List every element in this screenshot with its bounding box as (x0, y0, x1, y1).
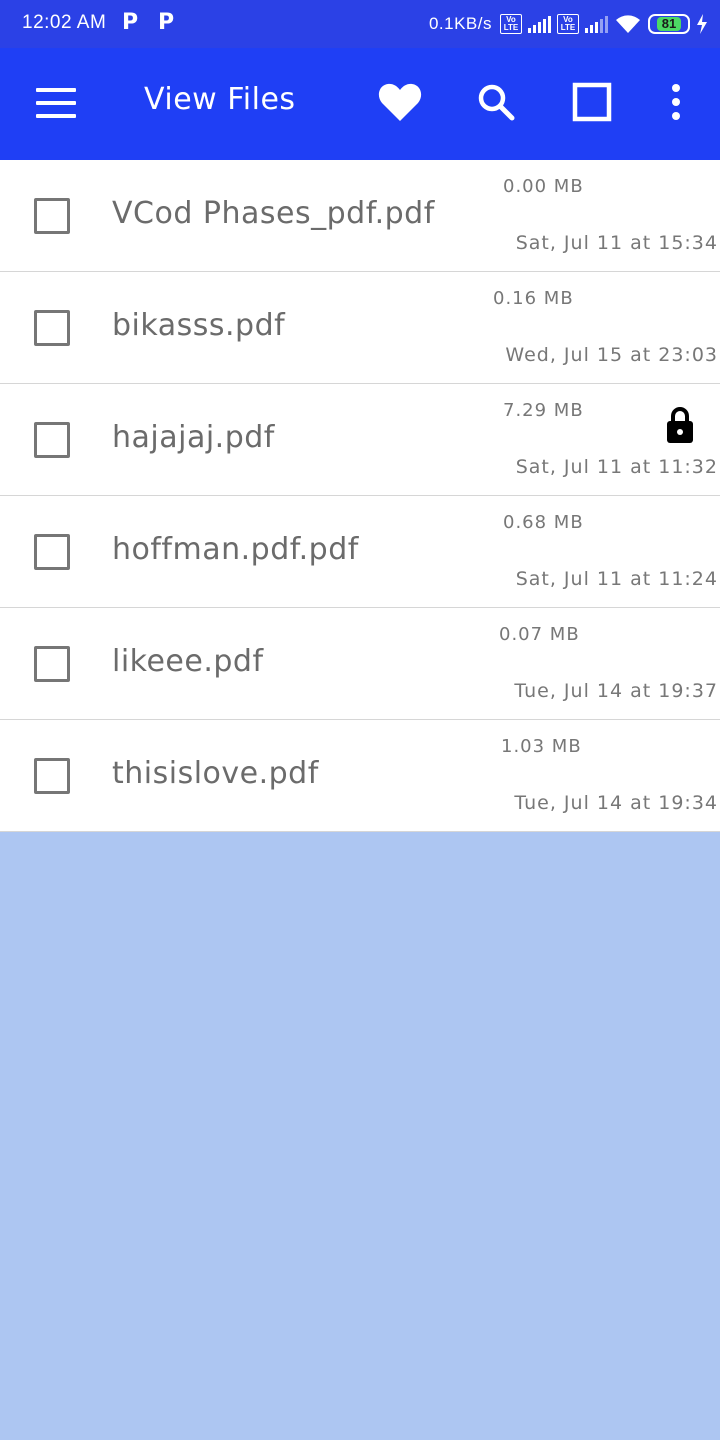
file-size: 0.00 MB (503, 176, 584, 197)
file-list: VCod Phases_pdf.pdf 0.00 MB Sat, Jul 11 … (0, 160, 720, 832)
file-checkbox[interactable] (34, 198, 70, 234)
battery-icon: 81 (648, 14, 690, 34)
file-name: thisislove.pdf (112, 756, 319, 791)
file-size: 1.03 MB (501, 736, 582, 757)
notification-p-icon: P (122, 10, 139, 35)
list-item[interactable]: hajajaj.pdf 7.29 MB Sat, Jul 11 at 11:32 (0, 384, 720, 496)
file-name: hoffman.pdf.pdf (112, 532, 359, 567)
list-item[interactable]: bikasss.pdf 0.16 MB Wed, Jul 15 at 23:03 (0, 272, 720, 384)
file-size: 0.07 MB (499, 624, 580, 645)
status-indicators: 0.1KB/s Vo LTE Vo LTE 81 (429, 10, 708, 38)
file-date: Tue, Jul 14 at 19:34 (514, 792, 718, 814)
signal-icon (528, 15, 551, 33)
file-date: Sat, Jul 11 at 11:24 (515, 568, 718, 590)
file-name: hajajaj.pdf (112, 420, 275, 455)
wifi-icon (616, 15, 640, 33)
file-checkbox[interactable] (34, 758, 70, 794)
file-size: 7.29 MB (503, 400, 584, 421)
menu-icon[interactable] (36, 88, 76, 118)
file-checkbox[interactable] (34, 534, 70, 570)
battery-level: 81 (656, 17, 682, 31)
file-checkbox[interactable] (34, 646, 70, 682)
heart-icon[interactable] (376, 78, 424, 126)
file-name: likeee.pdf (112, 644, 264, 679)
more-vert-icon[interactable] (652, 78, 700, 126)
file-date: Sat, Jul 11 at 15:34 (515, 232, 718, 254)
file-size: 0.16 MB (493, 288, 574, 309)
volte-badge: Vo LTE (500, 14, 522, 34)
volte-badge: Vo LTE (557, 14, 579, 34)
status-time: 12:02 AM (22, 12, 107, 33)
file-checkbox[interactable] (34, 310, 70, 346)
list-item[interactable]: likeee.pdf 0.07 MB Tue, Jul 14 at 19:37 (0, 608, 720, 720)
notification-p-icon: P (158, 10, 175, 35)
status-bar: 12:02 AM P P 0.1KB/s Vo LTE Vo LTE 81 (0, 0, 720, 48)
lock-icon (667, 407, 693, 443)
page-title: View Files (144, 82, 296, 117)
file-date: Wed, Jul 15 at 23:03 (505, 344, 718, 366)
list-item[interactable]: hoffman.pdf.pdf 0.68 MB Sat, Jul 11 at 1… (0, 496, 720, 608)
search-icon[interactable] (472, 78, 520, 126)
charging-icon (697, 14, 707, 34)
select-all-icon[interactable] (568, 78, 616, 126)
file-checkbox[interactable] (34, 422, 70, 458)
app-bar: View Files (0, 48, 720, 160)
file-name: bikasss.pdf (112, 308, 286, 343)
list-item[interactable]: thisislove.pdf 1.03 MB Tue, Jul 14 at 19… (0, 720, 720, 832)
file-size: 0.68 MB (503, 512, 584, 533)
file-name: VCod Phases_pdf.pdf (112, 196, 435, 231)
network-speed: 0.1KB/s (428, 14, 492, 33)
file-date: Sat, Jul 11 at 11:32 (515, 456, 718, 478)
signal-icon (585, 15, 608, 33)
list-item[interactable]: VCod Phases_pdf.pdf 0.00 MB Sat, Jul 11 … (0, 160, 720, 272)
file-date: Tue, Jul 14 at 19:37 (514, 680, 718, 702)
